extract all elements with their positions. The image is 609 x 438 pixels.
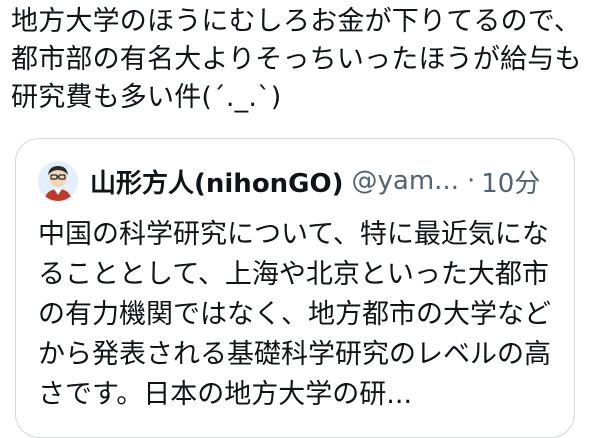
quoted-author-name[interactable]: 山形方人(nihonGO) bbox=[90, 163, 344, 200]
quoted-timestamp[interactable]: 10分 bbox=[481, 163, 540, 200]
quoted-tweet-text: 中国の科学研究について、特に最近気になることとして、上海や北京といった大都市の有… bbox=[38, 219, 551, 410]
person-avatar-icon bbox=[38, 161, 78, 201]
header-separator: · bbox=[466, 166, 476, 196]
quoted-author-handle[interactable]: @yam... bbox=[352, 166, 459, 196]
tweet-text: 地方大学のほうにむしろお金が下りてるので、都市部の有名大よりそっちいったほうが給… bbox=[11, 6, 582, 113]
avatar[interactable] bbox=[38, 161, 78, 201]
quoted-tweet-header: 山形方人(nihonGO) @yam... · 10分 bbox=[38, 159, 540, 203]
quoted-tweet-card[interactable]: 山形方人(nihonGO) @yam... · 10分 中国の科学研究について、… bbox=[15, 138, 575, 438]
